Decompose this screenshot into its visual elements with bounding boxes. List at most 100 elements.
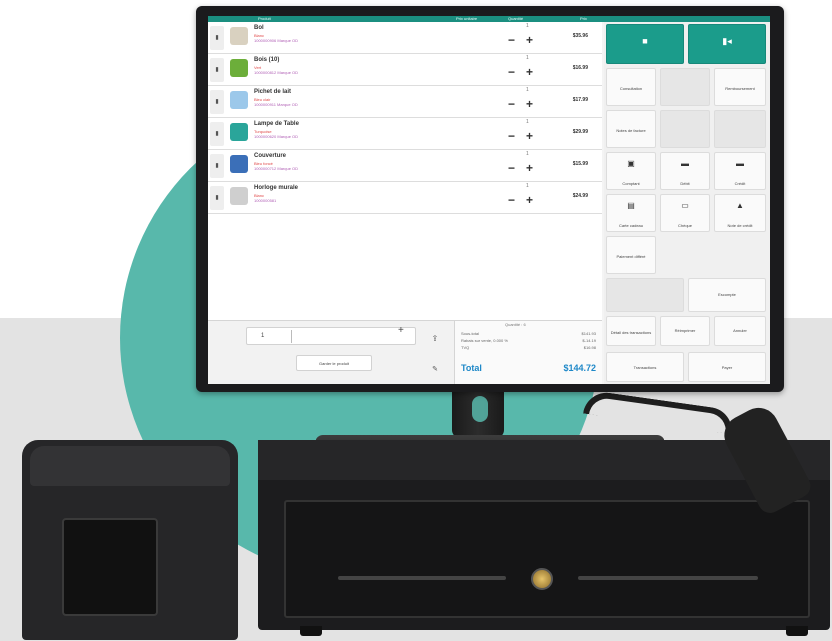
disabled-tile-4 xyxy=(606,278,684,312)
trash-icon[interactable]: ▮ xyxy=(210,122,224,146)
decrease-qty-button[interactable]: − xyxy=(508,194,515,206)
cart-footer: 1 + Garder le produit ⇪ ✎ Quantité : 6 S… xyxy=(208,320,602,384)
disabled-tile-3 xyxy=(714,110,766,148)
disabled-tile-2 xyxy=(660,110,710,148)
subtotal-value: $141.93 xyxy=(581,331,596,336)
product-qty: 1 xyxy=(526,151,529,157)
product-thumbnail xyxy=(230,27,248,45)
customer-button[interactable]: Consultation xyxy=(606,68,656,106)
trash-icon[interactable]: ▮ xyxy=(210,186,224,210)
product-price: $24.99 xyxy=(572,193,588,199)
cart-row[interactable]: ▮ Bois (10) Vert 1000000812 Marque OD 1− + $16… xyxy=(208,54,602,86)
add-quantity-button[interactable]: + xyxy=(398,325,404,336)
product-sku: 1000000712 Marque OD xyxy=(254,166,299,171)
drawer-foot-right xyxy=(786,626,808,636)
increase-qty-button[interactable]: + xyxy=(526,98,533,110)
product-thumbnail xyxy=(230,91,248,109)
product-sku: 1000000812 Marque OD xyxy=(254,70,299,75)
decrease-qty-button[interactable]: − xyxy=(508,66,515,78)
debit-button[interactable]: ▬ Débit xyxy=(660,152,710,190)
receipt-printer-window xyxy=(62,518,158,616)
total-label: Total xyxy=(461,363,482,373)
product-name: Bol xyxy=(254,25,264,31)
cheque-icon: ▭ xyxy=(681,201,689,210)
reprint-button[interactable]: Réimprimer xyxy=(660,316,710,346)
cart-row[interactable]: ▮ Couverture Bleu foncé 1000000712 Marque O… xyxy=(208,150,602,182)
cart-row[interactable]: ▮ Horloge murale Blanc 1000000581 1− + $24.99 xyxy=(208,182,602,214)
tax-value: $16.98 xyxy=(583,345,596,350)
increase-qty-button[interactable]: + xyxy=(526,130,533,142)
product-thumbnail xyxy=(230,59,248,77)
payment-terms-button[interactable]: Paiement différé xyxy=(606,236,656,274)
disabled-tile-1 xyxy=(660,68,710,106)
split-bill-button[interactable]: ▮◂ xyxy=(688,24,766,64)
pay-button[interactable]: Payer xyxy=(688,352,766,382)
cart-row[interactable]: ▮ Pichet de lait Bleu clair 1000000911 Marq… xyxy=(208,86,602,118)
increase-qty-button[interactable]: + xyxy=(526,194,533,206)
trash-icon[interactable]: ▮ xyxy=(210,58,224,82)
decrease-qty-button[interactable]: − xyxy=(508,130,515,142)
store-credit-icon: ▲ xyxy=(736,201,744,210)
product-qty: 1 xyxy=(526,87,529,93)
trash-icon[interactable]: ▮ xyxy=(210,154,224,178)
cart-row[interactable]: ▮ Lampe de Table Turquoise 1000000620 Marqu… xyxy=(208,118,602,150)
cancel-sale-button[interactable]: Annuler xyxy=(714,316,766,346)
store-credit-button[interactable]: ▲ Note de crédit xyxy=(714,194,766,232)
cart-row[interactable]: ▮ Bol Blanc 1000000906 Marque OD 1− + $35.96 xyxy=(208,22,602,54)
product-thumbnail xyxy=(230,187,248,205)
transactions-detail-button[interactable]: Détail des transactions xyxy=(606,316,656,346)
product-price: $29.99 xyxy=(572,129,588,135)
decrease-qty-button[interactable]: − xyxy=(508,34,515,46)
product-name: Couverture xyxy=(254,153,287,159)
receipt-printer-top xyxy=(30,446,230,486)
cheque-button[interactable]: ▭ Chèque xyxy=(660,194,710,232)
credit-button[interactable]: ▬ Crédit xyxy=(714,152,766,190)
increase-qty-button[interactable]: + xyxy=(526,66,533,78)
increase-qty-button[interactable]: + xyxy=(526,162,533,174)
discount-button[interactable]: Escompte xyxy=(688,278,766,312)
drawer-foot-left xyxy=(300,626,322,636)
camera-button[interactable]: ■ xyxy=(606,24,684,64)
item-count: Quantité : 6 xyxy=(505,322,526,327)
invoice-notes-button[interactable]: Notes de facture xyxy=(606,110,656,148)
upload-icon[interactable]: ⇪ xyxy=(420,325,450,353)
product-qty: 1 xyxy=(526,55,529,61)
decrease-qty-button[interactable]: − xyxy=(508,162,515,174)
total-value: $144.72 xyxy=(563,363,596,373)
subtotal-label: Sous-total xyxy=(461,331,480,336)
product-sku: 1000000620 Marque OD xyxy=(254,134,299,139)
split-icon: ▮◂ xyxy=(722,36,732,46)
refunds-button[interactable]: Remboursement xyxy=(714,68,766,106)
cash-drawer-slot-left xyxy=(338,576,506,580)
product-name: Bois (10) xyxy=(254,57,280,63)
cash-button[interactable]: ▣ Comptant xyxy=(606,152,656,190)
product-name: Pichet de lait xyxy=(254,89,292,95)
quantity-entry-field[interactable]: 1 xyxy=(246,327,416,345)
decrease-qty-button[interactable]: − xyxy=(508,98,515,110)
camera-icon: ■ xyxy=(642,36,648,46)
product-price: $16.99 xyxy=(572,65,588,71)
product-qty: 1 xyxy=(526,23,529,29)
product-thumbnail xyxy=(230,155,248,173)
product-sku: 1000000581 xyxy=(254,198,277,203)
debit-card-icon: ▬ xyxy=(681,159,689,168)
gift-card-icon: ▤ xyxy=(627,201,635,210)
product-price: $35.96 xyxy=(572,33,588,39)
keep-product-button[interactable]: Garder le produit xyxy=(296,355,372,371)
quantity-entry-value: 1 xyxy=(261,333,265,339)
trash-icon[interactable]: ▮ xyxy=(210,26,224,50)
increase-qty-button[interactable]: + xyxy=(526,34,533,46)
quantity-entry-separator xyxy=(291,330,292,343)
pencil-icon[interactable]: ✎ xyxy=(420,357,450,383)
credit-card-icon: ▬ xyxy=(736,159,744,168)
product-name: Horloge murale xyxy=(254,185,299,191)
transactions-button[interactable]: Transactions xyxy=(606,352,684,382)
tax-label: TVQ xyxy=(461,345,470,350)
gift-card-button[interactable]: ▤ Carte cadeau xyxy=(606,194,656,232)
product-thumbnail xyxy=(230,123,248,141)
totals-panel: Quantité : 6 Sous-total $141.93 Rabais s… xyxy=(454,321,602,384)
cash-icon: ▣ xyxy=(627,159,635,168)
product-qty: 1 xyxy=(526,119,529,125)
trash-icon[interactable]: ▮ xyxy=(210,90,224,114)
cart-list: ▮ Bol Blanc 1000000906 Marque OD 1− + $35.96 ▮ B… xyxy=(208,22,602,320)
